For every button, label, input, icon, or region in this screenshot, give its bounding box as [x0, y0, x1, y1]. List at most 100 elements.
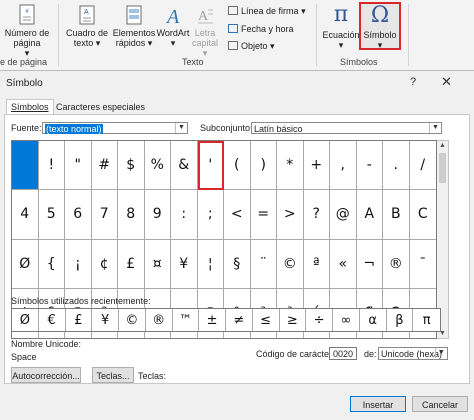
symbol-cell[interactable]: /: [409, 141, 436, 191]
signature-line-button[interactable]: Línea de firma ▾: [228, 6, 306, 17]
textbox-button[interactable]: A Cuadro de texto ▾: [64, 4, 110, 48]
autocorrect-button[interactable]: Autocorrección...: [11, 367, 81, 383]
unicode-name-label: Nombre Unicode:: [11, 339, 82, 349]
symbol-cell[interactable]: ¢: [91, 239, 118, 289]
symbol-cell[interactable]: 8: [118, 190, 145, 240]
symbol-cell[interactable]: =: [250, 190, 277, 240]
symbol-cell[interactable]: §: [224, 239, 251, 289]
quick-parts-button[interactable]: Elementos rápidos ▾: [112, 4, 156, 48]
subset-select[interactable]: Latín básico ▼: [251, 122, 442, 134]
symbol-cell[interactable]: ¤: [144, 239, 171, 289]
recent-symbol-cell[interactable]: ≥: [280, 309, 307, 331]
symbol-cell[interactable]: (: [224, 141, 251, 191]
font-select[interactable]: (texto normal) ▼: [42, 122, 188, 134]
recent-symbol-cell[interactable]: α: [360, 309, 387, 331]
group-label-symbols: Símbolos: [340, 57, 378, 67]
symbol-cell[interactable]: -: [356, 141, 383, 191]
symbol-cell[interactable]: ª: [303, 239, 330, 289]
drop-cap-button[interactable]: A Letra capital ▾: [189, 4, 221, 58]
cancel-button[interactable]: Cancelar: [412, 396, 468, 412]
recent-symbol-cell[interactable]: Ø: [12, 309, 39, 331]
symbol-cell[interactable]: B: [383, 190, 410, 240]
symbol-cell[interactable]: C: [409, 190, 436, 240]
symbol-cell[interactable]: Ø: [12, 239, 39, 289]
char-code-input[interactable]: 0020: [329, 347, 357, 360]
object-label: Objeto: [241, 41, 268, 51]
recent-symbol-cell[interactable]: π: [413, 309, 440, 331]
date-time-button[interactable]: Fecha y hora: [228, 24, 294, 34]
equation-button[interactable]: π Ecuación ▾: [322, 2, 360, 50]
recent-symbol-cell[interactable]: ∞: [333, 309, 360, 331]
symbol-cell[interactable]: ®: [383, 239, 410, 289]
symbol-cell[interactable]: ¡: [65, 239, 92, 289]
recent-symbol-cell[interactable]: β: [387, 309, 414, 331]
help-button[interactable]: ?: [410, 76, 416, 88]
page-number-button[interactable]: # Número de página ▾: [2, 4, 52, 58]
symbol-cell[interactable]: 4: [12, 190, 39, 240]
recent-symbol-cell[interactable]: €: [39, 309, 66, 331]
calendar-icon: [228, 24, 238, 33]
wordart-button[interactable]: A WordArt ▾: [156, 4, 190, 48]
symbol-cell[interactable]: ¯: [409, 240, 436, 289]
char-code-label: Código de carácter:: [256, 349, 335, 359]
recent-symbol-cell[interactable]: ¥: [92, 309, 119, 331]
symbol-cell[interactable]: ): [250, 141, 277, 191]
subset-label: Subconjunto:: [200, 123, 253, 133]
recent-symbols-label: Símbolos utilizados recientemente:: [11, 296, 151, 306]
recent-symbol-cell[interactable]: ©: [119, 309, 146, 331]
recent-symbol-cell[interactable]: ™: [173, 309, 200, 331]
recent-symbol-cell[interactable]: ®: [146, 309, 173, 331]
page-number-label-1: Número de: [4, 28, 50, 38]
recent-symbol-cell[interactable]: ≤: [253, 309, 280, 331]
recent-symbols-grid[interactable]: Ø € £ ¥ © ® ™ ± ≠ ≤ ≥ ÷ ∞ α β π: [11, 308, 441, 332]
symbol-cell[interactable]: !: [38, 141, 65, 191]
symbol-cell[interactable]: &: [171, 141, 198, 191]
symbol-cell[interactable]: ¬: [356, 239, 383, 289]
symbol-cell[interactable]: [12, 141, 39, 191]
recent-symbol-cell[interactable]: ÷: [306, 309, 333, 331]
recent-symbol-cell[interactable]: £: [66, 309, 93, 331]
tab-special-characters[interactable]: Caracteres especiales: [52, 100, 149, 114]
symbol-cell[interactable]: ¨: [250, 239, 277, 289]
symbol-cell[interactable]: :: [171, 190, 198, 240]
insert-button[interactable]: Insertar: [350, 396, 406, 412]
symbol-cell[interactable]: #: [91, 141, 118, 191]
symbol-cell[interactable]: A: [356, 190, 383, 240]
symbol-cell[interactable]: 7: [91, 190, 118, 240]
symbol-cell[interactable]: >: [277, 190, 304, 240]
scrollbar-thumb[interactable]: [439, 153, 446, 183]
scroll-up-icon[interactable]: ▲: [437, 142, 448, 149]
symbol-cell[interactable]: ¥: [171, 239, 198, 289]
symbol-cell[interactable]: £: [118, 239, 145, 289]
object-icon: [228, 41, 238, 50]
recent-symbol-cell[interactable]: ≠: [226, 309, 253, 331]
symbol-cell[interactable]: ': [197, 141, 224, 191]
symbol-cell[interactable]: <: [224, 190, 251, 240]
symbol-cell[interactable]: @: [330, 190, 357, 240]
from-select[interactable]: Unicode (hexa) ▼: [378, 347, 448, 360]
symbol-cell[interactable]: ;: [197, 190, 224, 240]
tab-symbols[interactable]: Símbolos: [6, 99, 54, 115]
symbol-cell[interactable]: ¦: [197, 239, 224, 289]
symbol-cell[interactable]: {: [38, 239, 65, 289]
symbol-cell[interactable]: 6: [65, 190, 92, 240]
symbol-cell[interactable]: 9: [144, 190, 171, 240]
symbol-cell[interactable]: +: [303, 141, 330, 191]
shortcut-key-button[interactable]: Teclas...: [92, 367, 134, 383]
symbol-cell[interactable]: ©: [277, 239, 304, 289]
recent-symbol-cell[interactable]: ±: [199, 309, 226, 331]
symbol-button[interactable]: Ω Símbolo ▾: [359, 2, 401, 50]
symbol-cell[interactable]: *: [277, 141, 304, 191]
symbol-cell[interactable]: ": [65, 141, 92, 191]
symbol-label: Símbolo: [363, 30, 397, 40]
object-button[interactable]: Objeto ▾: [228, 41, 275, 52]
symbol-cell[interactable]: 5: [38, 190, 65, 240]
symbol-cell[interactable]: $: [118, 141, 145, 191]
symbol-cell[interactable]: .: [383, 141, 410, 191]
symbol-cell[interactable]: ,: [330, 141, 357, 191]
symbol-cell[interactable]: ?: [303, 190, 330, 240]
symbol-cell[interactable]: «: [330, 239, 357, 289]
close-button[interactable]: ✕: [441, 74, 452, 90]
group-separator: [316, 4, 317, 66]
symbol-cell[interactable]: %: [144, 141, 171, 191]
